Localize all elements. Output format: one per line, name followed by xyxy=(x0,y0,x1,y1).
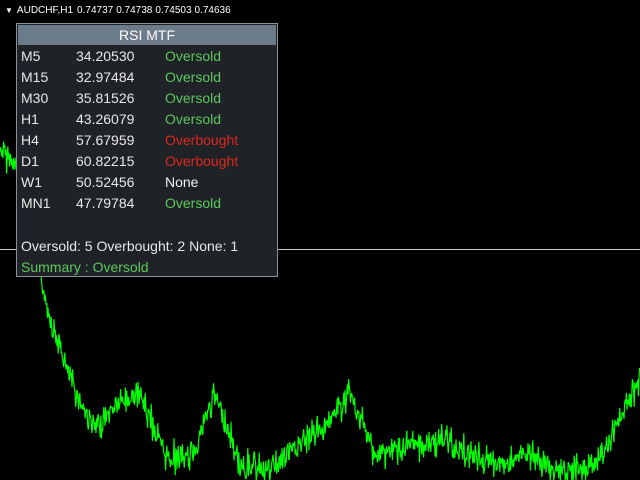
rsi-row-m15: M15 32.97484 Oversold xyxy=(17,67,277,87)
rsi-row-mn1: MN1 47.79784 Oversold xyxy=(17,193,277,213)
rsi-mtf-panel[interactable]: RSI MTF M5 34.20530 Oversold M15 32.9748… xyxy=(16,23,278,277)
timeframe-label: M30 xyxy=(21,90,49,106)
rsi-row-w1: W1 50.52456 None xyxy=(17,172,277,192)
panel-title[interactable]: RSI MTF xyxy=(18,25,276,45)
rsi-status: None xyxy=(165,174,199,190)
quote-low: 0.74503 xyxy=(155,5,192,16)
rsi-status: Oversold xyxy=(165,69,222,85)
summary-status: Summary : Oversold xyxy=(21,259,149,275)
rsi-row-m5: M5 34.20530 Oversold xyxy=(17,46,277,66)
rsi-row-m30: M30 35.81526 Oversold xyxy=(17,88,277,108)
rsi-value: 47.79784 xyxy=(76,195,135,211)
symbol-label: AUDCHF,H1 xyxy=(16,5,74,16)
rsi-value: 50.52456 xyxy=(76,174,135,190)
timeframe-label: D1 xyxy=(21,153,39,169)
quote-high: 0.74738 xyxy=(116,5,153,16)
status-counts: Oversold: 5 Overbought: 2 None: 1 xyxy=(21,238,239,254)
rsi-status: Overbought xyxy=(165,132,239,148)
rsi-status: Oversold xyxy=(165,48,222,64)
timeframe-label: MN1 xyxy=(21,195,51,211)
rsi-status: Overbought xyxy=(165,153,239,169)
chart-menu-triangle-icon[interactable]: ▼ xyxy=(5,6,13,15)
rsi-value: 34.20530 xyxy=(76,48,135,64)
rsi-value: 57.67959 xyxy=(76,132,135,148)
timeframe-label: H4 xyxy=(21,132,39,148)
quote-close: 0.74636 xyxy=(194,5,231,16)
rsi-value: 60.82215 xyxy=(76,153,135,169)
timeframe-label: W1 xyxy=(21,174,42,190)
rsi-row-d1: D1 60.82215 Overbought xyxy=(17,151,277,171)
rsi-row-h1: H1 43.26079 Oversold xyxy=(17,109,277,129)
rsi-status: Oversold xyxy=(165,195,222,211)
timeframe-label: M5 xyxy=(21,48,41,64)
rsi-row-h4: H4 57.67959 Overbought xyxy=(17,130,277,150)
timeframe-label: H1 xyxy=(21,111,39,127)
symbol-header: ▼ AUDCHF,H1 0.74737 0.74738 0.74503 0.74636 xyxy=(5,4,234,18)
timeframe-label: M15 xyxy=(21,69,49,85)
rsi-value: 32.97484 xyxy=(76,69,135,85)
rsi-status: Oversold xyxy=(165,90,222,106)
rsi-value: 35.81526 xyxy=(76,90,135,106)
rsi-value: 43.26079 xyxy=(76,111,135,127)
rsi-status: Oversold xyxy=(165,111,222,127)
quote-open: 0.74737 xyxy=(77,5,114,16)
